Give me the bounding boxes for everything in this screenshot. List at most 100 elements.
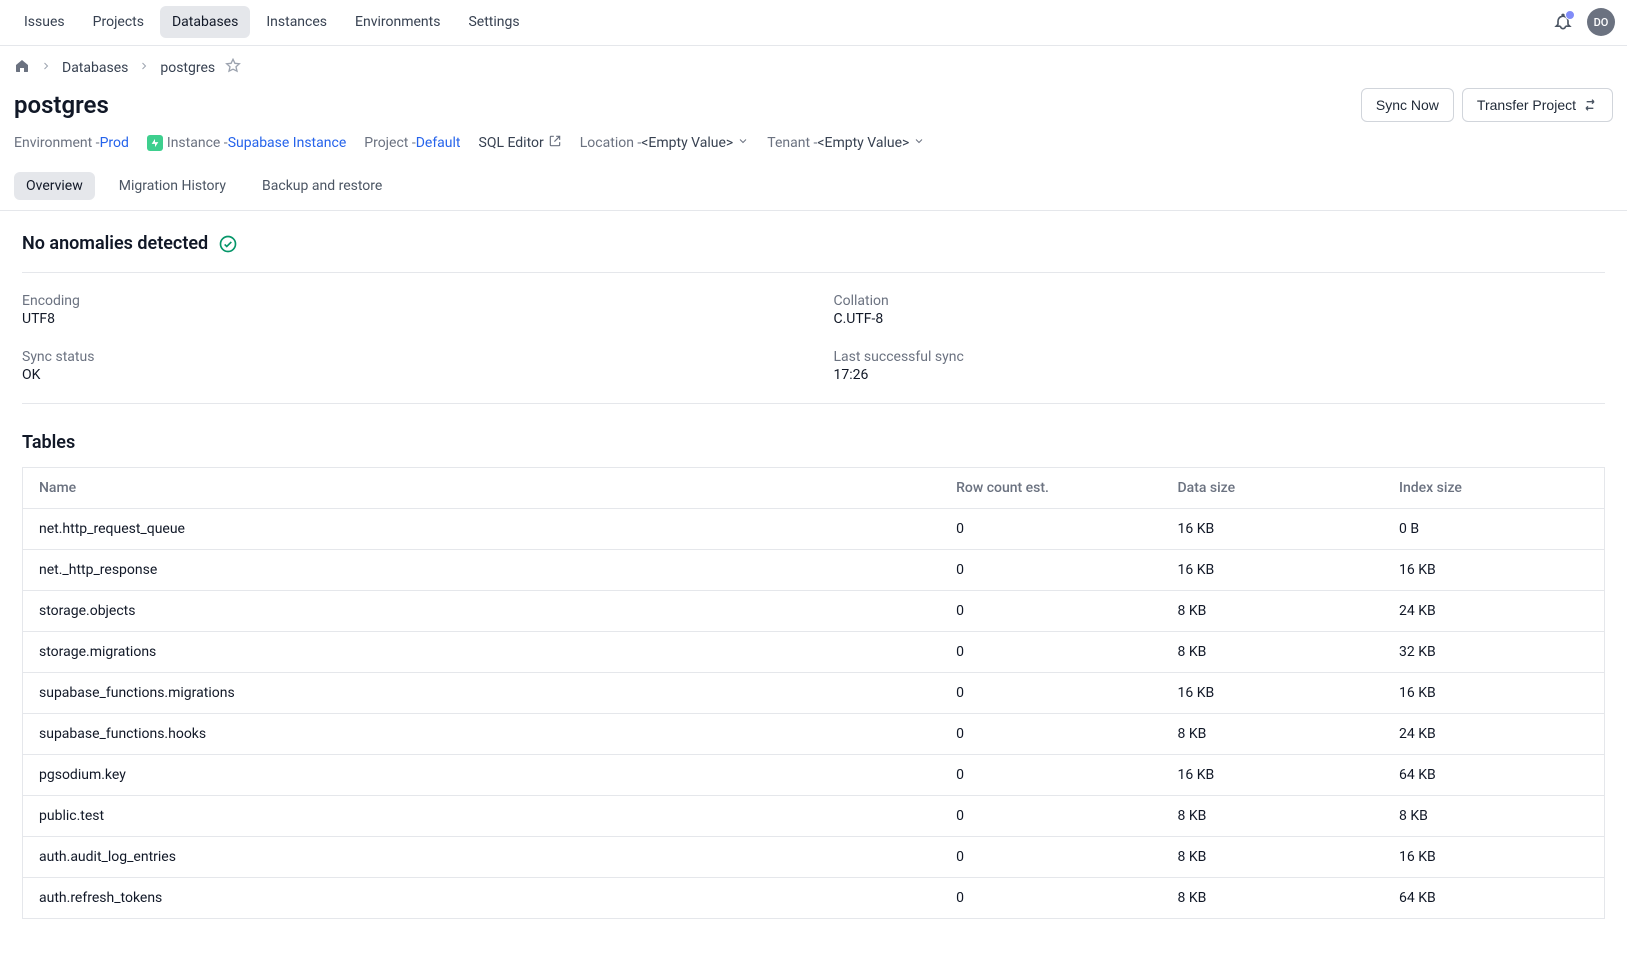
anomaly-status: No anomalies detected [22, 233, 1605, 254]
collation-field: Collation C.UTF-8 [834, 293, 1606, 327]
table-row[interactable]: auth.refresh_tokens08 KB64 KB [23, 878, 1605, 919]
breadcrumb-databases[interactable]: Databases [62, 60, 128, 76]
table-row[interactable]: pgsodium.key016 KB64 KB [23, 755, 1605, 796]
transfer-icon [1582, 97, 1598, 113]
table-cell-name[interactable]: supabase_functions.hooks [23, 714, 941, 755]
nav-item-environments[interactable]: Environments [343, 6, 452, 38]
table-row[interactable]: supabase_functions.hooks08 KB24 KB [23, 714, 1605, 755]
nav-item-settings[interactable]: Settings [456, 6, 531, 38]
transfer-project-button[interactable]: Transfer Project [1462, 88, 1613, 122]
content: No anomalies detected Encoding UTF8 Coll… [0, 211, 1627, 959]
check-circle-icon [218, 234, 238, 254]
meta-row: Environment - Prod Instance - Supabase I… [0, 128, 1627, 154]
table-cell-data-size: 16 KB [1162, 755, 1383, 796]
supabase-icon [147, 135, 163, 151]
tab-migration-history[interactable]: Migration History [107, 172, 238, 200]
project-field[interactable]: Project - Default [364, 135, 460, 151]
table-cell-row-count: 0 [940, 878, 1161, 919]
table-row[interactable]: net.http_request_queue016 KB0 B [23, 509, 1605, 550]
table-cell-data-size: 16 KB [1162, 673, 1383, 714]
tenant-field[interactable]: Tenant - <Empty Value> [767, 135, 925, 151]
sql-editor-link[interactable]: SQL Editor [479, 134, 562, 152]
breadcrumb-current: postgres [160, 60, 215, 76]
home-icon[interactable] [14, 58, 30, 78]
table-cell-name[interactable]: net._http_response [23, 550, 941, 591]
table-row[interactable]: auth.audit_log_entries08 KB16 KB [23, 837, 1605, 878]
table-cell-name[interactable]: storage.migrations [23, 632, 941, 673]
user-avatar[interactable]: DO [1587, 8, 1615, 36]
location-field[interactable]: Location - <Empty Value> [580, 135, 750, 151]
top-nav: IssuesProjectsDatabasesInstancesEnvironm… [0, 0, 1627, 45]
table-cell-data-size: 8 KB [1162, 837, 1383, 878]
sync-status-field: Sync status OK [22, 349, 794, 383]
table-cell-row-count: 0 [940, 755, 1161, 796]
sync-now-button[interactable]: Sync Now [1361, 88, 1454, 122]
column-row-count[interactable]: Row count est. [940, 468, 1161, 509]
table-cell-data-size: 8 KB [1162, 878, 1383, 919]
nav-item-issues[interactable]: Issues [12, 6, 77, 38]
column-name[interactable]: Name [23, 468, 941, 509]
table-cell-data-size: 8 KB [1162, 632, 1383, 673]
table-cell-row-count: 0 [940, 714, 1161, 755]
table-cell-name[interactable]: storage.objects [23, 591, 941, 632]
encoding-field: Encoding UTF8 [22, 293, 794, 327]
table-cell-name[interactable]: supabase_functions.migrations [23, 673, 941, 714]
table-cell-index-size: 16 KB [1383, 550, 1605, 591]
environment-field[interactable]: Environment - Prod [14, 135, 129, 151]
tables-heading: Tables [22, 432, 1605, 453]
info-grid: Encoding UTF8 Collation C.UTF-8 Sync sta… [22, 272, 1605, 404]
table-cell-data-size: 8 KB [1162, 796, 1383, 837]
last-sync-field: Last successful sync 17:26 [834, 349, 1606, 383]
table-cell-data-size: 8 KB [1162, 591, 1383, 632]
table-cell-row-count: 0 [940, 796, 1161, 837]
table-cell-index-size: 24 KB [1383, 591, 1605, 632]
tabs: Overview Migration History Backup and rest… [0, 154, 1627, 211]
page-title: postgres [14, 91, 109, 119]
chevron-down-icon [733, 135, 749, 151]
table-cell-row-count: 0 [940, 550, 1161, 591]
table-row[interactable]: storage.migrations08 KB32 KB [23, 632, 1605, 673]
table-cell-data-size: 16 KB [1162, 550, 1383, 591]
column-index-size[interactable]: Index size [1383, 468, 1605, 509]
table-row[interactable]: net._http_response016 KB16 KB [23, 550, 1605, 591]
table-cell-index-size: 0 B [1383, 509, 1605, 550]
notifications-bell-icon[interactable] [1553, 12, 1573, 32]
table-cell-row-count: 0 [940, 837, 1161, 878]
nav-item-projects[interactable]: Projects [81, 6, 156, 38]
table-cell-row-count: 0 [940, 509, 1161, 550]
column-data-size[interactable]: Data size [1162, 468, 1383, 509]
table-cell-name[interactable]: public.test [23, 796, 941, 837]
table-row[interactable]: public.test08 KB8 KB [23, 796, 1605, 837]
external-link-icon [544, 134, 562, 152]
breadcrumb: Databases postgres [0, 46, 1627, 84]
table-cell-data-size: 8 KB [1162, 714, 1383, 755]
table-cell-row-count: 0 [940, 632, 1161, 673]
chevron-right-icon [40, 60, 52, 76]
table-cell-name[interactable]: auth.refresh_tokens [23, 878, 941, 919]
chevron-right-icon [138, 60, 150, 76]
tab-backup-and-restore[interactable]: Backup and restore [250, 172, 394, 200]
star-icon[interactable] [225, 58, 241, 78]
table-row[interactable]: supabase_functions.migrations016 KB16 KB [23, 673, 1605, 714]
table-cell-index-size: 64 KB [1383, 878, 1605, 919]
nav-item-databases[interactable]: Databases [160, 6, 250, 38]
table-cell-row-count: 0 [940, 591, 1161, 632]
table-cell-row-count: 0 [940, 673, 1161, 714]
chevron-down-icon [909, 135, 925, 151]
table-cell-index-size: 16 KB [1383, 837, 1605, 878]
instance-field[interactable]: Instance - Supabase Instance [147, 135, 346, 151]
table-row[interactable]: storage.objects08 KB24 KB [23, 591, 1605, 632]
table-cell-name[interactable]: net.http_request_queue [23, 509, 941, 550]
table-cell-data-size: 16 KB [1162, 509, 1383, 550]
tab-overview[interactable]: Overview [14, 172, 95, 200]
table-cell-index-size: 32 KB [1383, 632, 1605, 673]
tables-table: Name Row count est. Data size Index size… [22, 467, 1605, 919]
table-cell-index-size: 64 KB [1383, 755, 1605, 796]
table-cell-index-size: 8 KB [1383, 796, 1605, 837]
nav-item-instances[interactable]: Instances [254, 6, 339, 38]
table-header-row: Name Row count est. Data size Index size [23, 468, 1605, 509]
page-header: postgres Sync Now Transfer Project [0, 84, 1627, 128]
table-cell-name[interactable]: auth.audit_log_entries [23, 837, 941, 878]
table-cell-index-size: 16 KB [1383, 673, 1605, 714]
table-cell-name[interactable]: pgsodium.key [23, 755, 941, 796]
